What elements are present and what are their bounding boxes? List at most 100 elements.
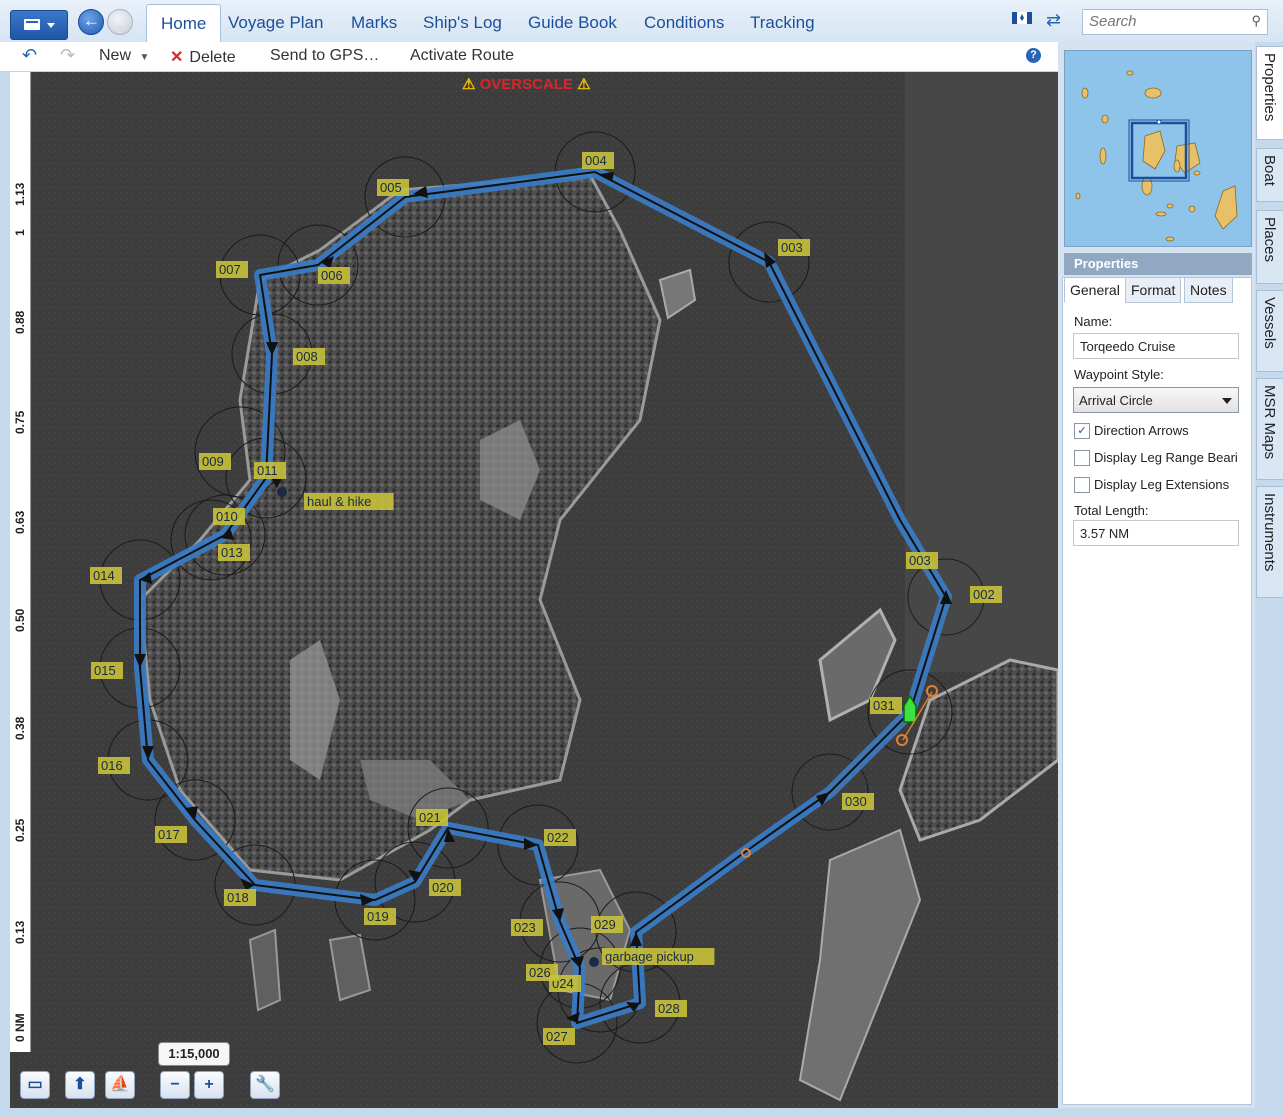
waypoint-label[interactable]: 020: [429, 879, 461, 896]
leg-extensions-checkbox[interactable]: [1074, 477, 1090, 493]
north-up-button[interactable]: ⬆: [65, 1071, 95, 1099]
waypoint-label[interactable]: 005: [377, 179, 409, 196]
waypoint-label-text: 003: [781, 240, 803, 255]
search-icon[interactable]: ⚲: [1251, 13, 1261, 29]
sync-icon[interactable]: ⇄: [1046, 10, 1061, 31]
new-button[interactable]: New ▼: [99, 47, 149, 65]
waypoint-label[interactable]: 010: [213, 508, 245, 525]
send-to-gps-button[interactable]: Send to GPS…: [270, 47, 379, 65]
waypoint-label-text: 020: [432, 880, 454, 895]
north-arrow-icon: ⬆: [73, 1076, 87, 1093]
waypoint-label[interactable]: 026: [526, 964, 558, 981]
undo-icon[interactable]: ↶: [22, 45, 37, 66]
waypoint-label[interactable]: 002: [970, 586, 1002, 603]
ruler-label: 0.88: [13, 310, 27, 334]
waypoint-label[interactable]: 016: [98, 757, 130, 774]
waypoint-label[interactable]: 022: [544, 829, 576, 846]
waypoint-label[interactable]: 014: [90, 567, 122, 584]
waypoint-label[interactable]: 006: [318, 267, 350, 284]
search-box[interactable]: ⚲: [1082, 9, 1268, 35]
ruler-label: 0.13: [13, 920, 27, 944]
boat-up-button[interactable]: ⛵: [105, 1071, 135, 1099]
chart-view-button[interactable]: ▭: [20, 1071, 50, 1099]
waypoint-label[interactable]: 003: [778, 239, 810, 256]
waypoint-label-text: 007: [219, 262, 241, 277]
waypoint-label[interactable]: 007: [216, 261, 248, 278]
waypoint-label[interactable]: 015: [91, 662, 123, 679]
waypoint-style-select[interactable]: Arrival Circle: [1073, 387, 1239, 413]
mark-pin[interactable]: [277, 487, 287, 497]
tab-format[interactable]: Format: [1125, 277, 1182, 303]
waypoint-label[interactable]: 008: [293, 348, 325, 365]
waypoint-label-text: 023: [514, 920, 536, 935]
waypoint-label[interactable]: 031: [870, 697, 902, 714]
side-tab-properties[interactable]: Properties: [1256, 46, 1283, 140]
tools-button[interactable]: 🔧: [250, 1071, 280, 1099]
waypoint-label-text: 015: [94, 663, 116, 678]
side-tab-instruments[interactable]: Instruments: [1256, 486, 1283, 598]
ruler-label: 0.50: [13, 608, 27, 632]
side-tab-label: MSR Maps: [1261, 385, 1278, 460]
search-input[interactable]: [1083, 10, 1245, 32]
mark-pin[interactable]: [589, 957, 599, 967]
canada-flag-icon[interactable]: [1012, 12, 1032, 24]
waypoint-label[interactable]: 011: [254, 462, 286, 479]
waypoint-label-text: 031: [873, 698, 895, 713]
ruler-label: 0 NM: [13, 1013, 27, 1042]
waypoint-label-text: 010: [216, 509, 238, 524]
title-bar: Home Voyage Plan Marks Ship's Log Guide …: [0, 0, 1283, 44]
help-icon[interactable]: ?: [1026, 48, 1041, 63]
zoom-out-button[interactable]: −: [160, 1071, 190, 1099]
waypoint-label[interactable]: 028: [655, 1000, 687, 1017]
waypoint-label-text: 030: [845, 794, 867, 809]
side-tab-places[interactable]: Places: [1256, 210, 1283, 284]
tab-ships-log[interactable]: Ship's Log: [409, 4, 516, 42]
waypoint-label[interactable]: 023: [511, 919, 543, 936]
tab-notes[interactable]: Notes: [1184, 277, 1233, 303]
mark-label[interactable]: haul & hike: [304, 493, 394, 510]
redo-icon[interactable]: ↷: [60, 45, 75, 66]
waypoint-label[interactable]: 027: [543, 1028, 575, 1045]
side-tab-vessels[interactable]: Vessels: [1256, 290, 1283, 372]
tab-home[interactable]: Home: [146, 4, 222, 44]
side-tab-label: Vessels: [1261, 297, 1278, 349]
activate-route-button[interactable]: Activate Route: [410, 47, 514, 65]
waypoint-label[interactable]: 029: [591, 916, 623, 933]
side-tab-label: Places: [1261, 217, 1278, 263]
overview-minimap[interactable]: [1064, 50, 1252, 247]
tab-marks[interactable]: Marks: [337, 4, 411, 42]
delete-button[interactable]: ✕ Delete: [170, 47, 236, 67]
ruler-label: 0.38: [13, 716, 27, 740]
delete-label: Delete: [189, 49, 236, 66]
waypoint-style-value: Arrival Circle: [1079, 393, 1153, 408]
overscale-warning: ⚠ OVERSCALE ⚠: [462, 75, 591, 93]
mark-label[interactable]: garbage pickup: [602, 948, 715, 965]
tab-voyage-plan[interactable]: Voyage Plan: [214, 4, 337, 42]
tab-conditions[interactable]: Conditions: [630, 4, 738, 42]
waypoint-label[interactable]: 003: [906, 552, 938, 569]
waypoint-label[interactable]: 021: [416, 809, 448, 826]
waypoint-label[interactable]: 019: [364, 908, 396, 925]
tab-general[interactable]: General: [1064, 277, 1126, 303]
waypoint-label-text: 005: [380, 180, 402, 195]
back-button[interactable]: [78, 9, 104, 35]
forward-button[interactable]: [107, 9, 133, 35]
waypoint-label-text: 009: [202, 454, 224, 469]
side-tab-boat[interactable]: Boat: [1256, 148, 1283, 202]
waypoint-label[interactable]: 030: [842, 793, 874, 810]
tab-tracking[interactable]: Tracking: [736, 4, 829, 42]
direction-arrows-checkbox[interactable]: ✓: [1074, 423, 1090, 439]
waypoint-label-text: 029: [594, 917, 616, 932]
waypoint-label[interactable]: 017: [155, 826, 187, 843]
zoom-in-button[interactable]: +: [194, 1071, 224, 1099]
app-menu-button[interactable]: [10, 10, 68, 40]
waypoint-label[interactable]: 009: [199, 453, 231, 470]
waypoint-label[interactable]: 018: [224, 889, 256, 906]
waypoint-label[interactable]: 013: [218, 544, 250, 561]
name-field[interactable]: Torqeedo Cruise: [1073, 333, 1239, 359]
chart-map[interactable]: 031 002 003 003 004 005 006 007 008 011 009 010 013 0…: [10, 72, 1058, 1108]
side-tab-msr-maps[interactable]: MSR Maps: [1256, 378, 1283, 480]
leg-range-bearing-checkbox[interactable]: [1074, 450, 1090, 466]
waypoint-label[interactable]: 004: [582, 152, 614, 169]
tab-guide-book[interactable]: Guide Book: [514, 4, 631, 42]
